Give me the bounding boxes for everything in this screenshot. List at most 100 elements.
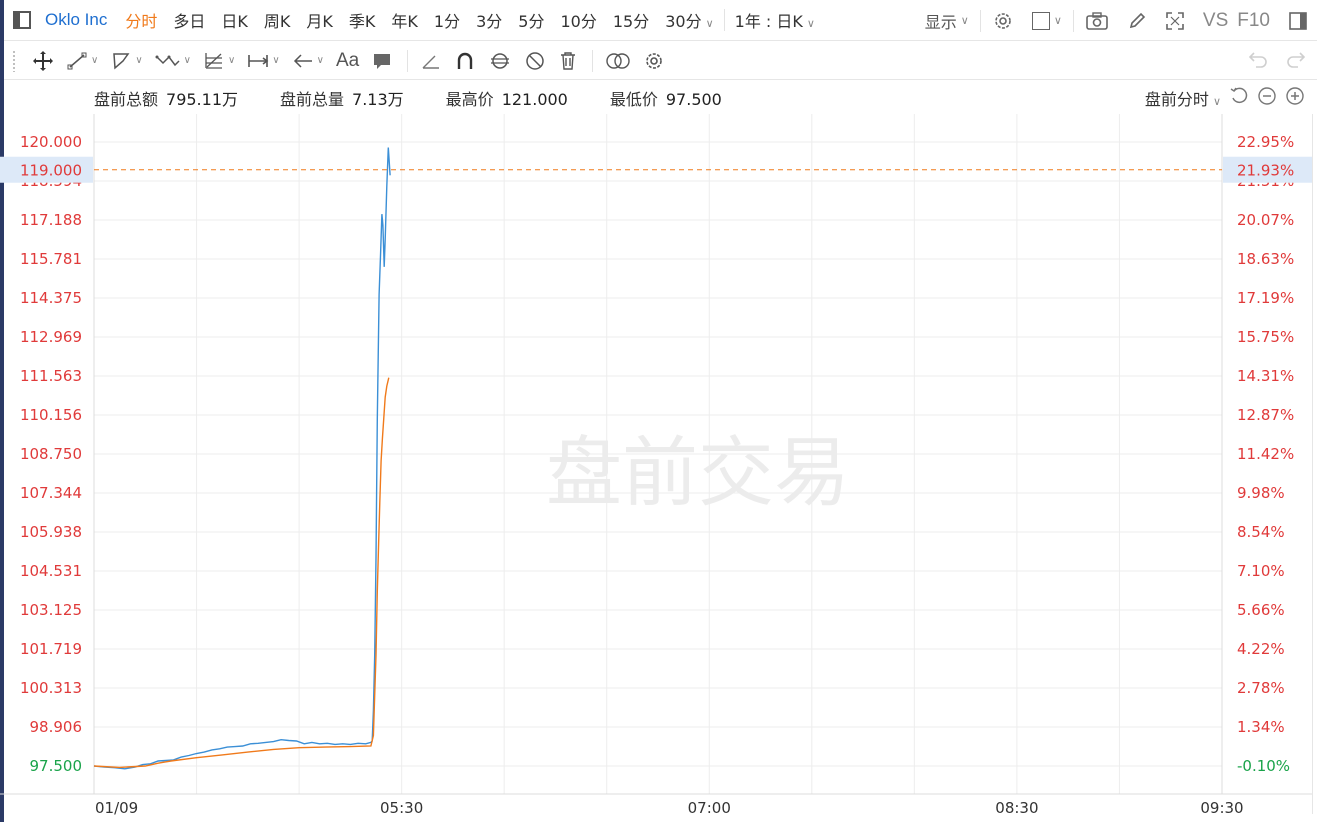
range-tool-icon[interactable]: ∨ xyxy=(247,51,280,71)
tab-timeframe[interactable]: 多日 xyxy=(173,8,205,32)
average-price-line xyxy=(93,377,390,769)
sync-drawings-icon[interactable] xyxy=(488,50,512,72)
vs-button[interactable]: VS xyxy=(1203,10,1228,32)
tab-timeframe[interactable]: 15分 xyxy=(613,8,649,32)
period-toolbar: Oklo Inc 分时 多日 日K 周K 月K 季K 年K 1分 3分 5分 10分 15分 30分 ∨… xyxy=(4,0,1317,41)
angle-tool-icon[interactable] xyxy=(420,51,442,71)
high-price-value: 121.000 xyxy=(501,90,568,109)
price-tick-label: 112.969 xyxy=(20,328,82,346)
intraday-chart[interactable]: 盘前交易 120.000118.594117.188115.781114.375… xyxy=(0,114,1317,822)
premarket-stats-bar: 盘前总额 795.11万 盘前总量 7.13万 最高价 121.000 最低价 97.5… xyxy=(94,82,764,114)
price-line xyxy=(93,147,391,770)
percent-tick-label: 5.66% xyxy=(1237,601,1285,619)
percent-tick-label: 12.87% xyxy=(1237,406,1294,424)
pencil-icon[interactable] xyxy=(1127,11,1147,31)
trash-icon[interactable] xyxy=(558,50,578,72)
symbol-name[interactable]: Oklo Inc xyxy=(45,10,107,30)
time-axis: 01/09 05:30 07:00 08:30 09:30 xyxy=(95,799,1244,817)
polygon-tool-icon[interactable]: ∨ xyxy=(110,51,143,71)
mode-dropdown[interactable]: 盘前分时 ∨ xyxy=(1145,86,1221,110)
tab-timeframe[interactable]: 3分 xyxy=(476,8,502,32)
tab-timeframe[interactable]: 1分 xyxy=(434,8,460,32)
magnet-icon[interactable] xyxy=(454,50,476,72)
premarket-volume-stat: 盘前总量 7.13万 xyxy=(280,86,404,110)
low-price-value: 97.500 xyxy=(665,90,722,109)
premarket-amount-value: 795.11万 xyxy=(166,90,239,109)
line-tool-icon[interactable]: ∨ xyxy=(66,51,98,71)
period-dropdown[interactable]: 1年 : 日K ∨ xyxy=(735,8,815,32)
percent-tick-label: 4.22% xyxy=(1237,640,1285,658)
zoom-in-icon[interactable] xyxy=(1285,86,1305,110)
text-tool-label: Aa xyxy=(335,49,360,71)
wave-tool-icon[interactable]: ∨ xyxy=(155,51,191,71)
percent-tick-label: 18.63% xyxy=(1237,250,1294,268)
time-tick-label: 07:00 xyxy=(688,799,731,817)
settings-icon[interactable] xyxy=(992,10,1014,32)
text-tool[interactable]: Aa xyxy=(336,50,359,72)
tab-timeframe[interactable]: 10分 xyxy=(560,8,596,32)
app-window: Oklo Inc 分时 多日 日K 周K 月K 季K 年K 1分 3分 5分 10分 15分 30分 ∨… xyxy=(0,0,1317,822)
percent-tick-label: 15.75% xyxy=(1237,328,1294,346)
redo-icon[interactable] xyxy=(1285,49,1307,74)
overlay-compare-icon[interactable] xyxy=(605,51,631,71)
toolbar-grip-handle[interactable] xyxy=(12,49,16,72)
tab-timeframe[interactable]: 月K xyxy=(306,8,333,32)
price-tick-label: 105.938 xyxy=(20,523,82,541)
interval-dropdown[interactable]: 30分 ∨ xyxy=(665,8,713,32)
side-panel-icon[interactable] xyxy=(1288,11,1308,31)
divider xyxy=(1072,9,1074,32)
price-tick-label: 115.781 xyxy=(20,250,82,268)
divider xyxy=(592,49,594,72)
hide-drawings-icon[interactable] xyxy=(524,50,546,72)
layout-dropdown[interactable]: ∨ xyxy=(1031,11,1062,30)
comment-tool-icon[interactable] xyxy=(371,51,393,71)
drawing-settings-icon[interactable] xyxy=(643,50,665,72)
percent-tick-label: 17.19% xyxy=(1237,289,1294,307)
chevron-down-icon: ∨ xyxy=(183,55,191,66)
chart-mode-controls: 盘前分时 ∨ xyxy=(1145,82,1305,114)
chevron-down-icon: ∨ xyxy=(1053,14,1062,27)
price-tick-label: 114.375 xyxy=(20,289,82,307)
low-price-stat: 最低价 97.500 xyxy=(610,86,722,110)
divider xyxy=(407,49,409,72)
high-price-stat: 最高价 121.000 xyxy=(446,86,568,110)
chevron-down-icon: ∨ xyxy=(316,55,324,66)
chevron-down-icon: ∨ xyxy=(806,17,815,30)
undo-icon[interactable] xyxy=(1247,49,1269,74)
divider xyxy=(979,9,981,32)
price-tick-label: 104.531 xyxy=(20,562,82,580)
fib-tool-icon[interactable]: ∨ xyxy=(203,51,235,71)
tab-timeframe[interactable]: 季K xyxy=(349,8,376,32)
zoom-out-icon[interactable] xyxy=(1257,86,1277,110)
f10-button[interactable]: F10 xyxy=(1237,10,1270,32)
tab-timeframe[interactable]: 日K xyxy=(221,8,248,32)
price-tick-label: 107.344 xyxy=(20,484,82,502)
percent-tick-label: 20.07% xyxy=(1237,211,1294,229)
camera-icon[interactable] xyxy=(1085,11,1109,31)
panel-toggle-icon[interactable] xyxy=(13,11,31,29)
arrow-tool-icon[interactable]: ∨ xyxy=(292,51,324,71)
right-edge-line xyxy=(1312,114,1313,814)
tab-timeframe[interactable]: 分时 xyxy=(125,8,157,32)
tab-timeframe[interactable]: 年K xyxy=(391,8,418,32)
checkbox-square-icon xyxy=(1031,11,1050,30)
drawing-toolbar: ∨ ∨ ∨ ∨ ∨ ∨ Aa xyxy=(4,42,1317,80)
toolbar-right-group: 显示 ∨ ∨ VS F10 xyxy=(916,0,1317,41)
fullscreen-icon[interactable] xyxy=(1165,11,1185,31)
watermark-text: 盘前交易 xyxy=(546,428,850,517)
tab-timeframe[interactable]: 周K xyxy=(264,8,291,32)
tab-timeframe[interactable]: 5分 xyxy=(518,8,544,32)
percent-tick-label: 11.42% xyxy=(1237,445,1294,463)
percent-tick-label: 2.78% xyxy=(1237,679,1285,697)
premarket-volume-value: 7.13万 xyxy=(352,90,404,109)
price-axis: 120.000118.594117.188115.781114.375112.9… xyxy=(20,133,82,775)
chevron-down-icon: ∨ xyxy=(1212,95,1221,108)
chevron-down-icon: ∨ xyxy=(705,17,714,30)
display-dropdown[interactable]: 显示 ∨ xyxy=(925,9,969,33)
interval-dropdown-label: 30分 xyxy=(665,12,702,31)
price-tick-label: 98.906 xyxy=(30,718,83,736)
timeframe-tabs: 分时 多日 日K 周K 月K 季K 年K 1分 3分 5分 10分 15分 xyxy=(117,8,657,32)
price-tick-label: 108.750 xyxy=(20,445,82,463)
reset-icon[interactable] xyxy=(1229,86,1249,110)
move-tool-icon[interactable] xyxy=(32,50,54,72)
